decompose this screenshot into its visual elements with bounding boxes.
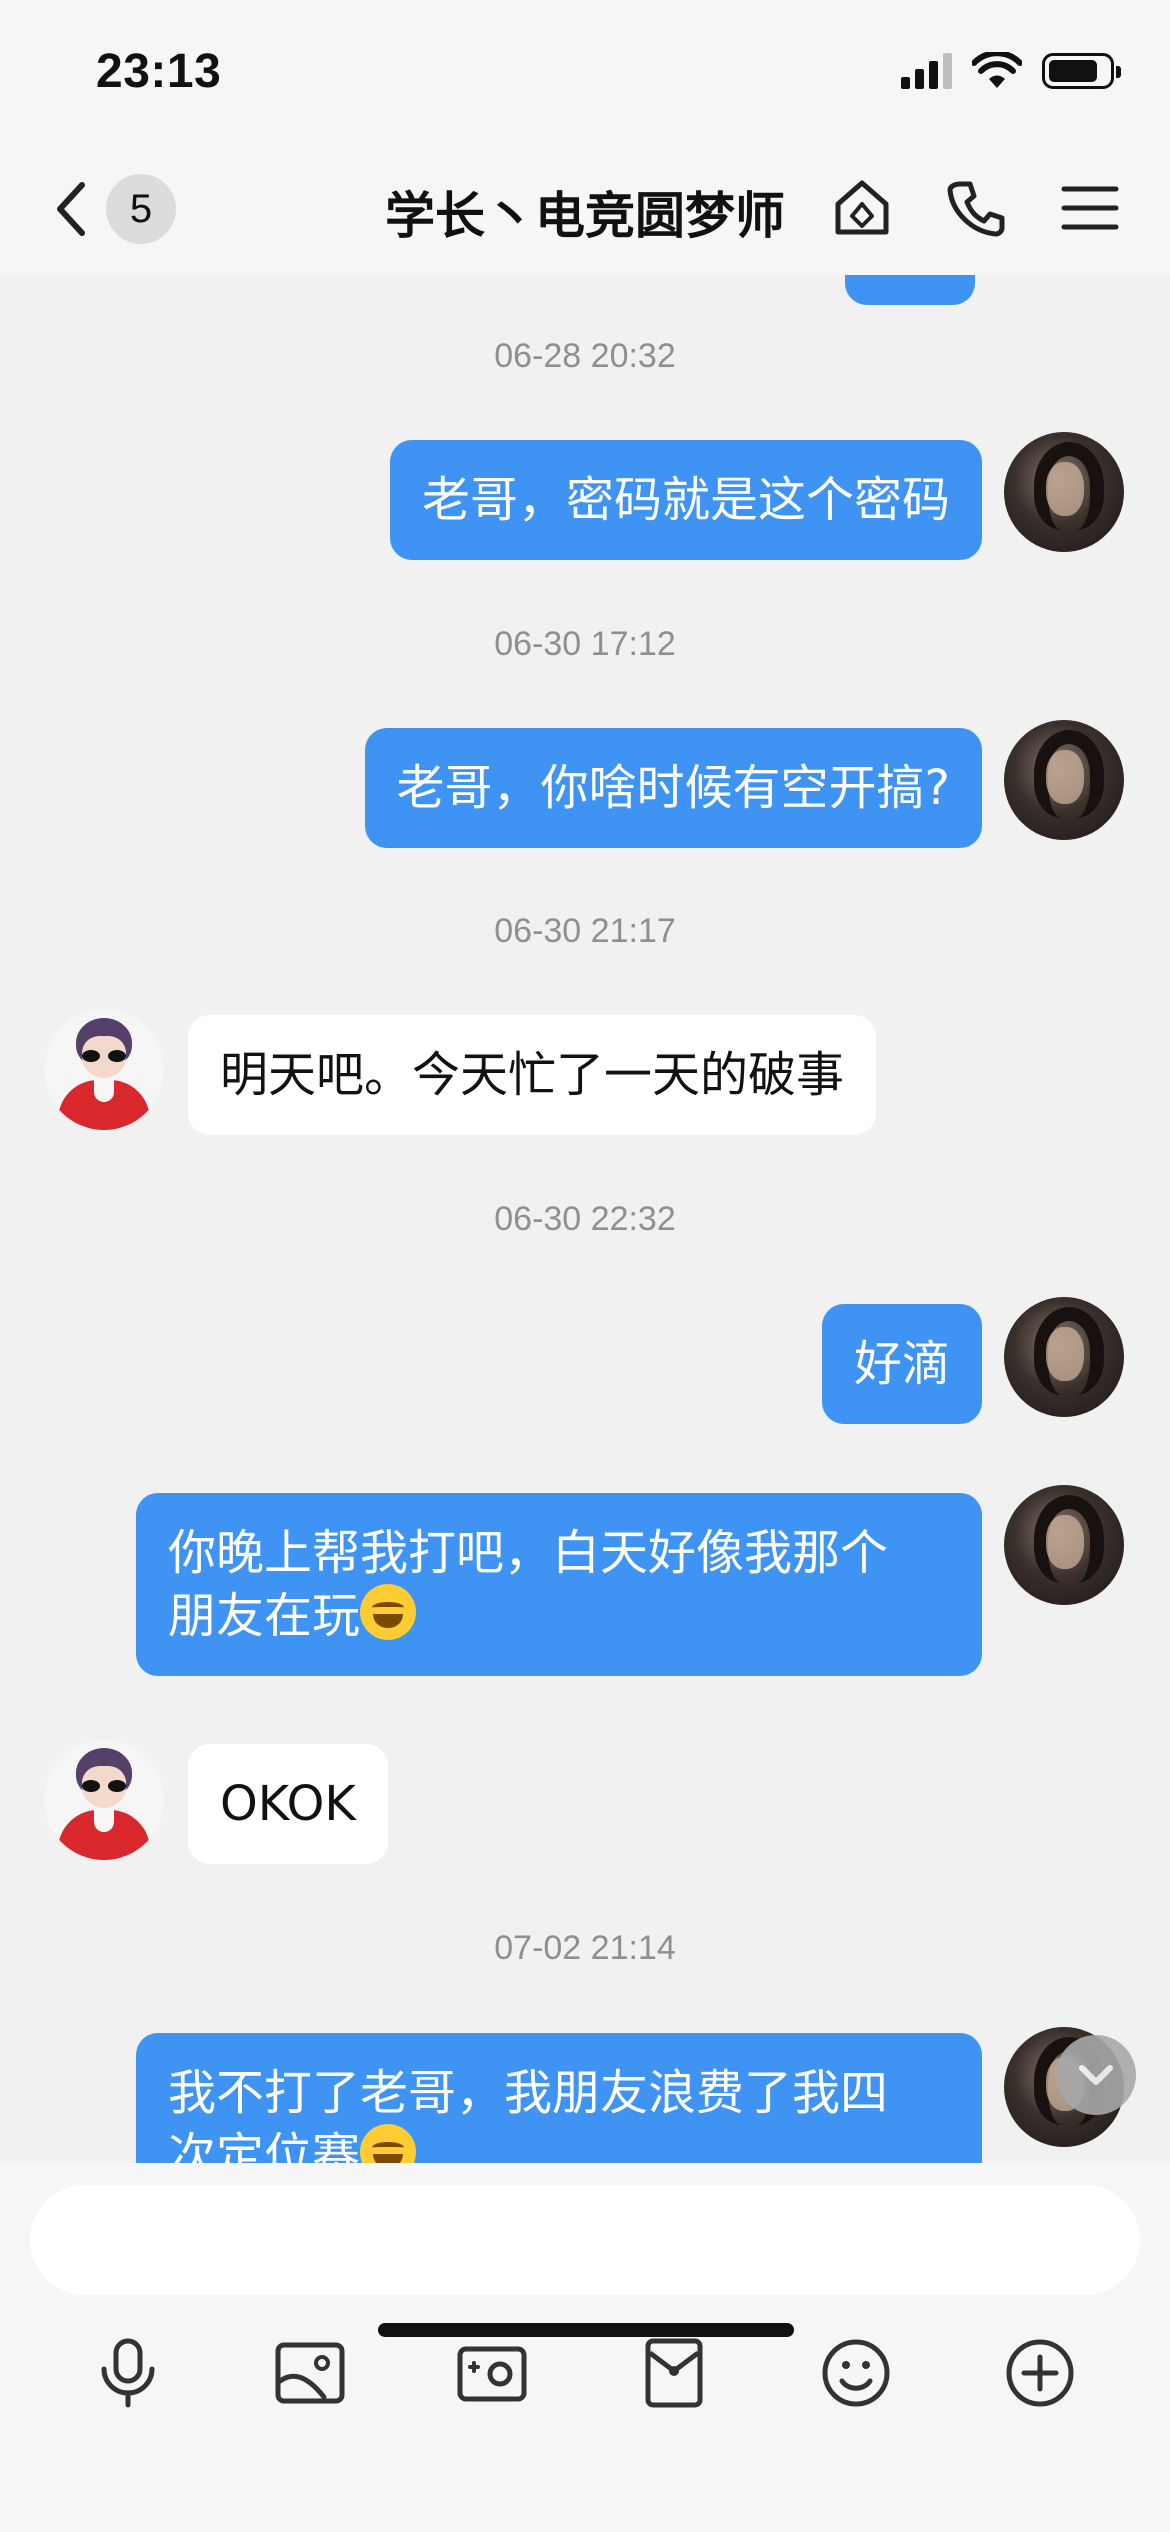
- outgoing-message[interactable]: 老哥，你啥时候有空开搞?: [364, 728, 982, 848]
- composer-toolbar: [0, 2323, 1170, 2423]
- status-time: 23:13: [96, 45, 222, 98]
- message-line: 我不打了老哥，我朋友浪费了我四: [168, 2065, 889, 2121]
- nav-actions: [830, 176, 1122, 240]
- my-avatar[interactable]: [1004, 1297, 1124, 1417]
- outgoing-message[interactable]: 老哥，密码就是这个密码: [389, 440, 982, 560]
- incoming-message[interactable]: 明天吧。今天忙了一天的破事: [188, 1015, 877, 1135]
- microphone-icon[interactable]: [78, 2323, 178, 2423]
- timestamp: 07-02 21:14: [494, 1929, 676, 1967]
- image-icon[interactable]: [260, 2323, 360, 2423]
- status-bar: 23:13: [0, 0, 1170, 140]
- message-line: 朋友在玩: [168, 1588, 361, 1644]
- red-packet-icon[interactable]: [624, 2323, 724, 2423]
- timestamp: 06-28 20:32: [494, 337, 676, 375]
- grimace-emoji-icon: [360, 2124, 417, 2163]
- phone-icon[interactable]: [944, 176, 1008, 240]
- unread-count-badge: 5: [106, 174, 176, 244]
- home-indicator[interactable]: [378, 2323, 794, 2337]
- emoji-icon[interactable]: [806, 2323, 906, 2423]
- composer: [0, 2163, 1170, 2532]
- message-line: 你晚上帮我打吧，白天好像我那个: [168, 1525, 889, 1581]
- home-shield-icon[interactable]: [830, 176, 894, 240]
- back-button[interactable]: 5: [50, 174, 176, 244]
- outgoing-message[interactable]: 好滴: [821, 1304, 982, 1424]
- message-line: 次定位赛: [168, 2128, 361, 2163]
- contact-avatar[interactable]: [44, 1740, 164, 1860]
- menu-icon[interactable]: [1058, 176, 1122, 240]
- chevron-down-icon: [1079, 2065, 1113, 2085]
- timestamp: 06-30 17:12: [494, 625, 676, 663]
- previous-message-bubble[interactable]: [845, 275, 975, 305]
- scroll-to-bottom-button[interactable]: [1056, 2035, 1136, 2115]
- my-avatar[interactable]: [1004, 1485, 1124, 1605]
- outgoing-message[interactable]: 我不打了老哥，我朋友浪费了我四 次定位赛: [136, 2033, 982, 2163]
- plus-icon[interactable]: [990, 2323, 1090, 2423]
- chat-title: 学长丶电竞圆梦师: [385, 187, 785, 245]
- message-input[interactable]: [30, 2185, 1140, 2295]
- laughing-emoji-icon: [360, 1584, 417, 1640]
- cellular-signal-icon: [901, 53, 952, 89]
- timestamp: 06-30 21:17: [494, 912, 676, 950]
- chevron-left-icon: [57, 182, 85, 236]
- timestamp: 06-30 22:32: [494, 1200, 676, 1238]
- outgoing-message[interactable]: 你晚上帮我打吧，白天好像我那个 朋友在玩: [136, 1493, 982, 1676]
- contact-avatar[interactable]: [44, 1010, 164, 1130]
- chat-message-list[interactable]: 06-28 20:32 老哥，密码就是这个密码 06-30 17:12 老哥，你…: [0, 275, 1170, 2163]
- battery-icon: [1042, 53, 1121, 89]
- incoming-message[interactable]: OKOK: [188, 1744, 388, 1864]
- nav-bar: 5 学长丶电竞圆梦师: [0, 140, 1170, 275]
- status-icons: [901, 52, 1121, 90]
- my-avatar[interactable]: [1004, 720, 1124, 840]
- camera-icon[interactable]: [442, 2323, 542, 2423]
- my-avatar[interactable]: [1004, 432, 1124, 552]
- wifi-icon: [972, 52, 1022, 88]
